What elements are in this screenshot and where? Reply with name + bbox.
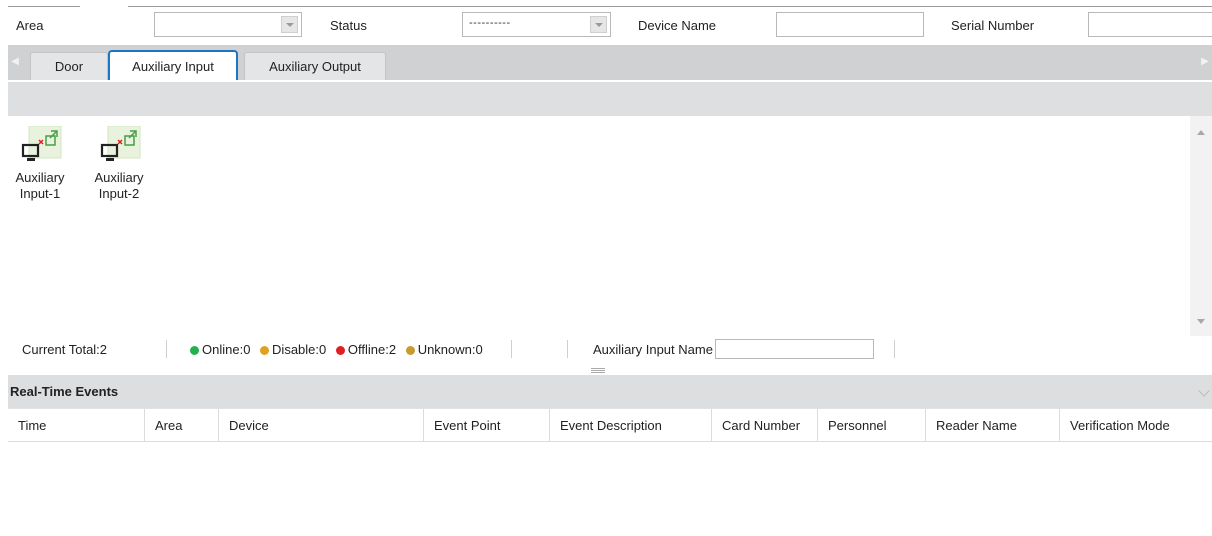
status-legend: Online:0 Disable:0 Offline:2 Unknown:0 xyxy=(190,342,489,357)
unknown-count: Unknown:0 xyxy=(417,342,483,357)
serial-number-input[interactable] xyxy=(1088,12,1212,37)
divider xyxy=(567,340,568,358)
tab-auxiliary-input-label: Auxiliary Input xyxy=(132,59,214,74)
tab-scroll-right-icon[interactable]: ▶ xyxy=(1198,45,1212,80)
resize-handle-icon[interactable] xyxy=(591,368,605,373)
serial-number-label: Serial Number xyxy=(951,18,1035,33)
events-table-header: Time Area Device Event Point Event Descr… xyxy=(8,408,1212,442)
device-name-input[interactable] xyxy=(776,12,924,37)
column-device[interactable]: Device xyxy=(219,409,424,442)
column-verification-mode[interactable]: Verification Mode xyxy=(1060,409,1212,442)
column-event-point[interactable]: Event Point xyxy=(424,409,550,442)
events-table: Time Area Device Event Point Event Descr… xyxy=(8,408,1212,536)
divider xyxy=(166,340,167,358)
tab-auxiliary-output-label: Auxiliary Output xyxy=(269,59,361,74)
device-label-line1: Auxiliary xyxy=(15,170,65,185)
status-select[interactable]: ---------- xyxy=(462,12,611,37)
current-total: Current Total:2 xyxy=(22,342,108,357)
events-header-bar: Real-Time Events xyxy=(8,375,1212,408)
chevron-down-icon[interactable] xyxy=(590,16,607,33)
auxiliary-input-offline-icon xyxy=(21,126,62,161)
column-personnel[interactable]: Personnel xyxy=(818,409,926,442)
divider xyxy=(894,340,895,358)
tab-scroll-left-icon[interactable]: ◀ xyxy=(8,45,22,80)
column-event-description[interactable]: Event Description xyxy=(550,409,712,442)
auxiliary-input-offline-icon xyxy=(100,126,141,161)
tab-door[interactable]: Door xyxy=(30,52,108,80)
status-label: Status xyxy=(330,18,367,33)
device-panel: Auxiliary Input-1 Auxiliary Input-2 xyxy=(8,116,1212,336)
status-bar: Current Total:2 Online:0 Disable:0 Offli… xyxy=(8,336,1212,364)
column-time[interactable]: Time xyxy=(8,409,145,442)
device-label-line2: Input-1 xyxy=(19,186,61,201)
device-item[interactable]: Auxiliary Input-1 xyxy=(13,126,67,202)
device-name-label: Device Name xyxy=(638,18,717,33)
disable-count: Disable:0 xyxy=(272,342,327,357)
scroll-down-icon[interactable] xyxy=(1197,319,1205,324)
status-select-value: ---------- xyxy=(469,17,511,29)
area-label: Area xyxy=(16,18,44,33)
unknown-dot-icon xyxy=(405,346,415,355)
events-title: Real-Time Events xyxy=(10,384,119,399)
chevron-down-icon[interactable] xyxy=(281,16,298,33)
device-label-line1: Auxiliary xyxy=(94,170,144,185)
tab-auxiliary-output[interactable]: Auxiliary Output xyxy=(244,52,386,80)
disable-dot-icon xyxy=(260,346,270,355)
tab-door-label: Door xyxy=(54,59,84,74)
column-reader-name[interactable]: Reader Name xyxy=(926,409,1060,442)
toolbar-strip xyxy=(8,82,1212,116)
offline-dot-icon xyxy=(335,346,345,355)
auxiliary-input-name-input[interactable] xyxy=(715,339,874,359)
auxiliary-input-name-label: Auxiliary Input Name xyxy=(593,342,713,357)
device-label-line2: Input-2 xyxy=(98,186,140,201)
area-select[interactable] xyxy=(154,12,302,37)
column-card-number[interactable]: Card Number xyxy=(712,409,818,442)
collapse-icon[interactable] xyxy=(1198,385,1210,397)
tab-bar: ◀ Door Auxiliary Input Auxiliary Output … xyxy=(8,45,1212,80)
scroll-up-icon[interactable] xyxy=(1197,130,1205,135)
column-area[interactable]: Area xyxy=(145,409,219,442)
online-dot-icon xyxy=(190,346,199,355)
tab-auxiliary-input[interactable]: Auxiliary Input xyxy=(108,50,238,80)
online-count: Online:0 xyxy=(202,342,251,357)
offline-count: Offline:2 xyxy=(347,342,397,357)
divider xyxy=(511,340,512,358)
filter-row: Area Status ---------- Device Name Seria… xyxy=(8,7,1212,43)
device-panel-scrollbar[interactable] xyxy=(1190,116,1212,336)
device-item[interactable]: Auxiliary Input-2 xyxy=(92,126,146,202)
